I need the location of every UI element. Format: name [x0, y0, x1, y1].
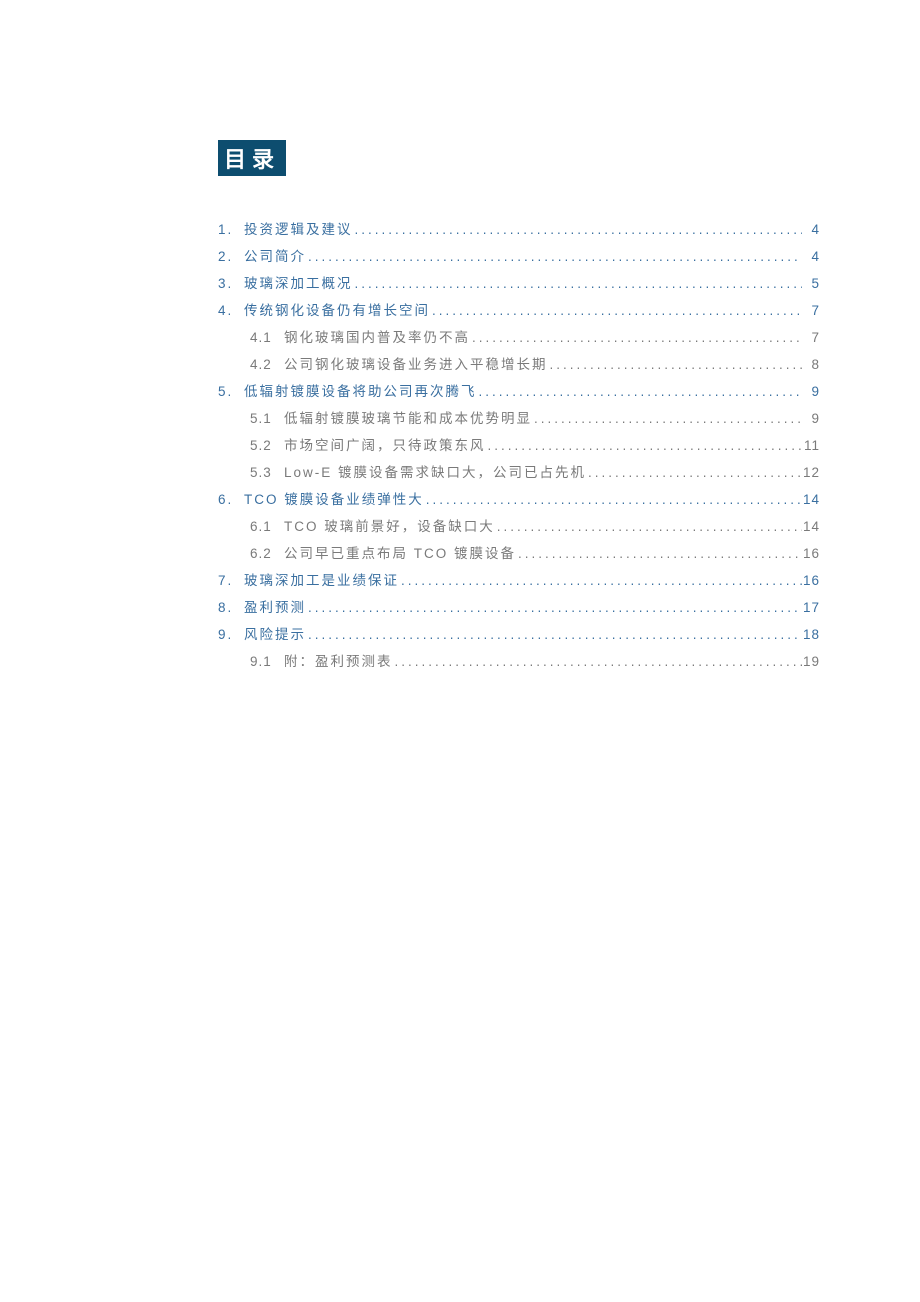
toc-entry-label: 玻璃深加工是业绩保证	[244, 567, 399, 594]
toc-entry-label: 低辐射镀膜设备将助公司再次腾飞	[244, 378, 477, 405]
toc-entry[interactable]: 6.2公司早已重点布局 TCO 镀膜设备 16	[218, 540, 820, 567]
toc-leader-dots	[586, 459, 802, 486]
toc-entry[interactable]: 5.3Low-E 镀膜设备需求缺口大，公司已占先机 12	[218, 459, 820, 486]
toc-entry-label: 公司早已重点布局 TCO 镀膜设备	[284, 540, 516, 567]
toc-entry-number: 5.3	[250, 459, 284, 486]
toc-leader-dots	[306, 621, 802, 648]
toc-entry[interactable]: 2.公司简介 4	[218, 243, 820, 270]
toc-entry-label: TCO 镀膜设备业绩弹性大	[244, 486, 424, 513]
toc-leader-dots	[424, 486, 802, 513]
toc-entry[interactable]: 5.低辐射镀膜设备将助公司再次腾飞 9	[218, 378, 820, 405]
toc-entry[interactable]: 4.2公司钢化玻璃设备业务进入平稳增长期 8	[218, 351, 820, 378]
toc-entry-number: 6.2	[250, 540, 284, 567]
toc-leader-dots	[353, 216, 803, 243]
toc-entry-label: 传统钢化设备仍有增长空间	[244, 297, 430, 324]
toc-entry-page: 7	[802, 297, 820, 324]
toc-entry-page: 17	[802, 594, 820, 621]
toc-entry-page: 11	[802, 432, 820, 459]
toc-entry-number: 6.1	[250, 513, 284, 540]
toc-entry[interactable]: 9.风险提示 18	[218, 621, 820, 648]
toc-entry-number: 1.	[218, 216, 244, 243]
toc-entry-label: 风险提示	[244, 621, 306, 648]
toc-entry-number: 9.	[218, 621, 244, 648]
toc-entry-number: 8.	[218, 594, 244, 621]
toc-entry-number: 3.	[218, 270, 244, 297]
toc-entry[interactable]: 5.2市场空间广阔，只待政策东风 11	[218, 432, 820, 459]
toc-entry[interactable]: 3.玻璃深加工概况 5	[218, 270, 820, 297]
toc-entry[interactable]: 9.1附：盈利预测表 19	[218, 648, 820, 675]
toc-leader-dots	[548, 351, 803, 378]
toc-entry[interactable]: 6.TCO 镀膜设备业绩弹性大 14	[218, 486, 820, 513]
toc-entry-page: 16	[802, 567, 820, 594]
toc-entry-label: 钢化玻璃国内普及率仍不高	[284, 324, 470, 351]
toc-entry-page: 9	[802, 378, 820, 405]
toc-leader-dots	[532, 405, 802, 432]
toc-leader-dots	[393, 648, 803, 675]
toc-entry-page: 12	[802, 459, 820, 486]
toc-entry-page: 16	[802, 540, 820, 567]
toc-entry-number: 6.	[218, 486, 244, 513]
toc-entry-label: 投资逻辑及建议	[244, 216, 353, 243]
toc-entry-number: 9.1	[250, 648, 284, 675]
toc-entry-number: 7.	[218, 567, 244, 594]
toc-entry-label: 低辐射镀膜玻璃节能和成本优势明显	[284, 405, 532, 432]
toc-entry-label: 盈利预测	[244, 594, 306, 621]
toc-entry-page: 5	[802, 270, 820, 297]
toc-entry-number: 2.	[218, 243, 244, 270]
toc-entry-page: 9	[802, 405, 820, 432]
toc-entry-label: 公司简介	[244, 243, 306, 270]
toc-title: 目录	[218, 140, 286, 176]
toc-entry[interactable]: 4.传统钢化设备仍有增长空间 7	[218, 297, 820, 324]
toc-entry-page: 19	[802, 648, 820, 675]
toc-leader-dots	[306, 594, 802, 621]
toc-leader-dots	[516, 540, 802, 567]
toc-entry-page: 18	[802, 621, 820, 648]
toc-entry-page: 14	[802, 486, 820, 513]
toc-entry-page: 4	[802, 216, 820, 243]
toc-leader-dots	[477, 378, 803, 405]
toc-entry-page: 8	[802, 351, 820, 378]
toc-entry[interactable]: 7.玻璃深加工是业绩保证 16	[218, 567, 820, 594]
toc-entry-label: 市场空间广阔，只待政策东风	[284, 432, 486, 459]
toc-leader-dots	[430, 297, 802, 324]
toc-leader-dots	[470, 324, 802, 351]
toc-entry-label: Low-E 镀膜设备需求缺口大，公司已占先机	[284, 459, 586, 486]
table-of-contents: 1.投资逻辑及建议42.公司简介43.玻璃深加工概况54.传统钢化设备仍有增长空…	[218, 216, 820, 675]
toc-entry-page: 7	[802, 324, 820, 351]
toc-entry-label: 附：盈利预测表	[284, 648, 393, 675]
toc-leader-dots	[495, 513, 802, 540]
toc-entry-number: 4.	[218, 297, 244, 324]
toc-entry[interactable]: 4.1钢化玻璃国内普及率仍不高 7	[218, 324, 820, 351]
toc-entry-label: TCO 玻璃前景好，设备缺口大	[284, 513, 495, 540]
toc-leader-dots	[399, 567, 802, 594]
toc-entry-number: 4.1	[250, 324, 284, 351]
toc-entry[interactable]: 8.盈利预测 17	[218, 594, 820, 621]
toc-entry[interactable]: 1.投资逻辑及建议 4	[218, 216, 820, 243]
toc-entry-label: 玻璃深加工概况	[244, 270, 353, 297]
toc-leader-dots	[486, 432, 803, 459]
toc-entry[interactable]: 6.1TCO 玻璃前景好，设备缺口大 14	[218, 513, 820, 540]
toc-entry-page: 14	[802, 513, 820, 540]
toc-entry-number: 5.	[218, 378, 244, 405]
toc-entry[interactable]: 5.1低辐射镀膜玻璃节能和成本优势明显 9	[218, 405, 820, 432]
toc-entry-number: 5.2	[250, 432, 284, 459]
toc-leader-dots	[353, 270, 803, 297]
toc-entry-label: 公司钢化玻璃设备业务进入平稳增长期	[284, 351, 548, 378]
toc-entry-number: 5.1	[250, 405, 284, 432]
toc-leader-dots	[306, 243, 802, 270]
toc-entry-page: 4	[802, 243, 820, 270]
toc-entry-number: 4.2	[250, 351, 284, 378]
